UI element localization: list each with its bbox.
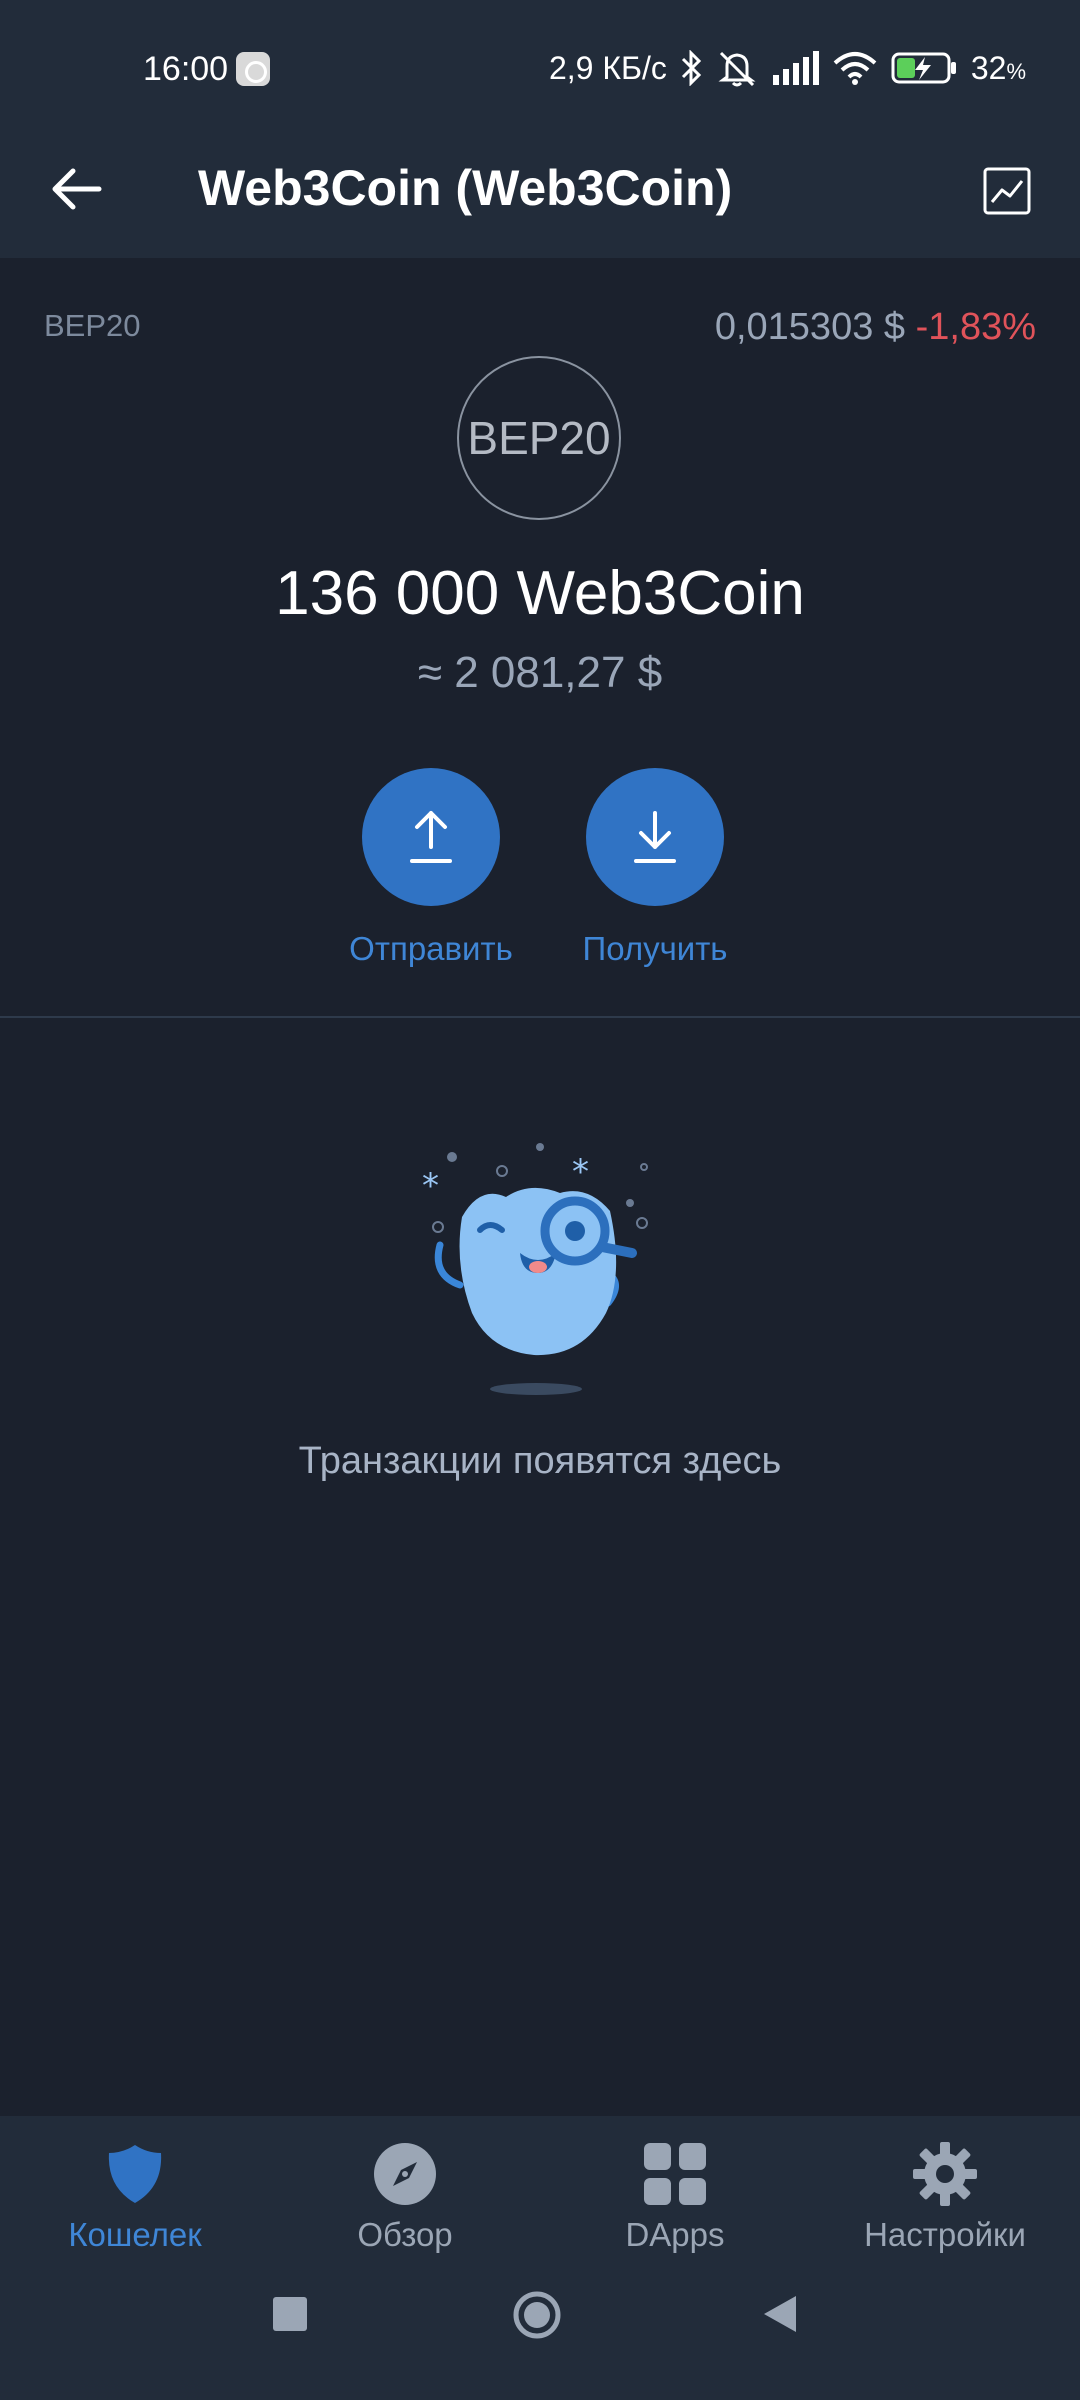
price-change: -1,83% [915,306,1036,348]
send-label[interactable]: Отправить [326,930,536,968]
status-indicators: 2,9 КБ/с 32% [549,46,1026,90]
status-time: 16:00 [143,50,229,88]
fiat-balance: ≈ 2 081,27 $ [417,648,663,697]
arrow-left-icon [52,168,102,210]
battery-unit: % [1006,58,1026,84]
status-bar: 16:00 2,9 КБ/с 32% [0,0,1080,130]
page-title: Web3Coin (Web3Coin) [198,160,733,216]
empty-state-illustration: * * [410,1135,670,1395]
upload-icon [410,811,452,863]
receive-action[interactable]: Получить [550,768,760,968]
battery-icon [891,52,957,84]
receive-label[interactable]: Получить [550,930,760,968]
home-circle-icon [513,2291,561,2339]
triangle-back-icon [764,2296,796,2332]
system-nav-bar [0,2200,1080,2400]
chart-icon [983,167,1031,215]
notification-app-icon [236,52,270,86]
recents-button[interactable] [272,2296,308,2337]
app-bar: Web3Coin (Web3Coin) [0,130,1080,258]
signal-icon [771,51,819,85]
bluetooth-icon [681,50,703,86]
token-logo: BEP20 [457,356,621,520]
network-label: BEP20 [44,308,141,343]
token-balance: 136 000 Web3Coin [275,559,805,628]
price-chart-button[interactable] [972,156,1042,226]
net-speed: 2,9 КБ/с [548,49,667,86]
back-nav-button[interactable] [762,2294,798,2339]
svg-text:*: * [572,1152,589,1192]
send-action[interactable]: Отправить [326,768,536,968]
download-icon [634,811,676,863]
price-line: 0,015303 $ -1,83% [715,306,1036,349]
silent-bell-icon [717,49,757,87]
back-button[interactable] [40,152,114,226]
token-header: BEP20 0,015303 $ -1,83% BEP20 136 000 We… [0,258,1080,1018]
send-button[interactable] [362,768,500,906]
svg-text:*: * [422,1166,439,1206]
battery-percent: 32% [971,50,1026,87]
home-button[interactable] [512,2290,562,2345]
receive-button[interactable] [586,768,724,906]
empty-state-text: Транзакции появятся здесь [298,1440,782,1482]
battery-value: 32 [970,49,1007,86]
square-icon [273,2297,307,2331]
token-price: 0,015303 $ [714,306,906,348]
wifi-icon [833,51,877,85]
